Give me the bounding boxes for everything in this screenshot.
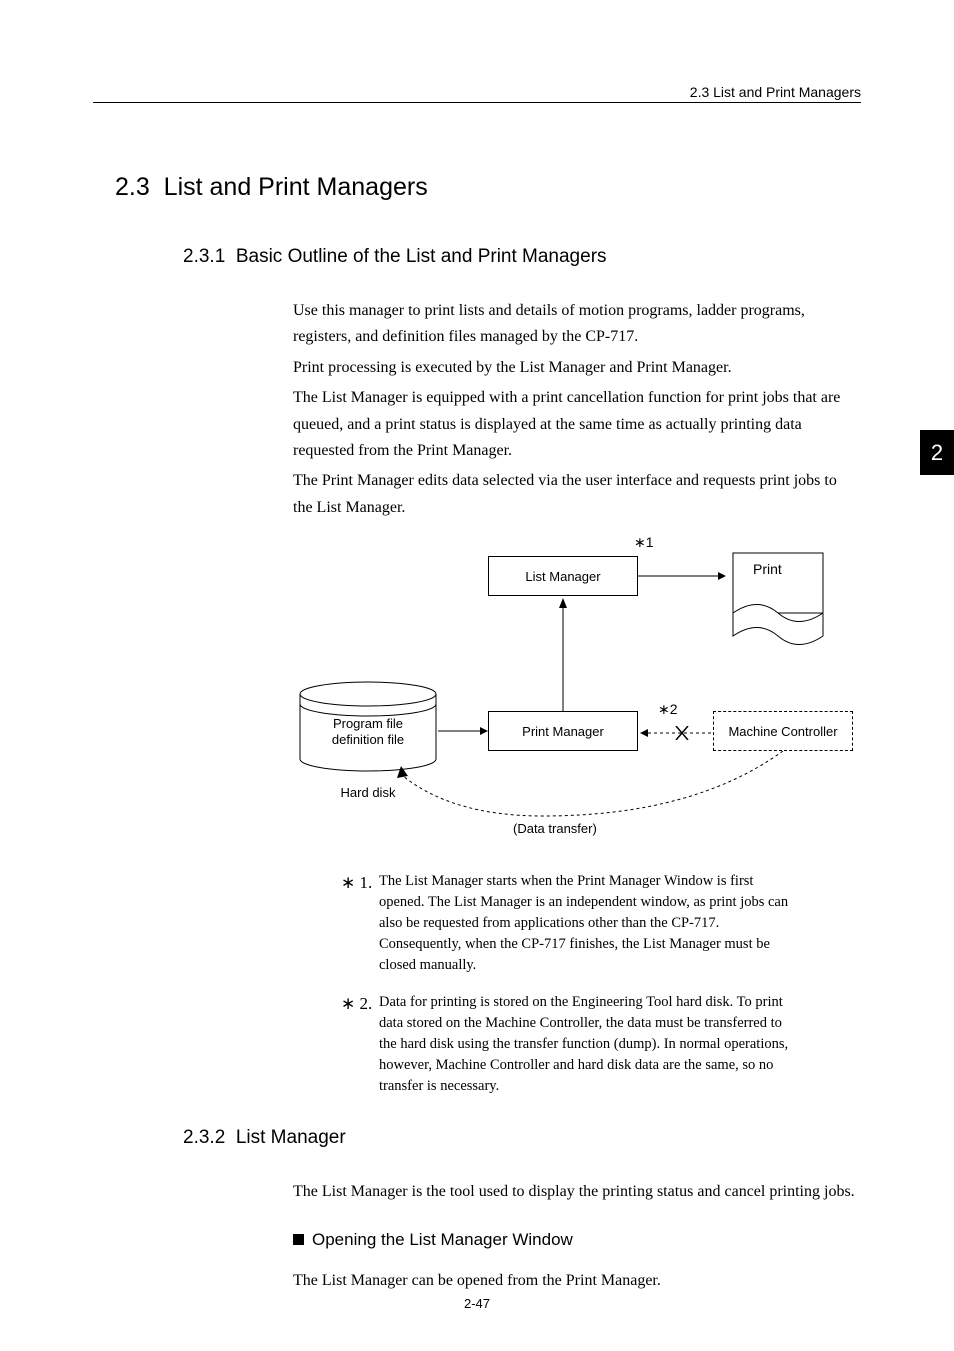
paragraph: The List Manager is equipped with a prin… — [93, 385, 861, 464]
notes-list: ∗ 1. The List Manager starts when the Pr… — [93, 871, 861, 1097]
arrow-icon — [638, 571, 728, 581]
subsection-number: 2.3.2 — [183, 1127, 225, 1148]
definition-file-label: definition file — [308, 732, 428, 748]
page-footer: 2-47 — [0, 1296, 954, 1311]
page-header: 2.3 List and Print Managers — [93, 84, 861, 103]
section-name: List and Print Managers — [164, 173, 428, 201]
data-transfer-arrow-icon — [393, 751, 793, 821]
note-item: ∗ 2. Data for printing is stored on the … — [341, 992, 801, 1097]
paragraph: The List Manager can be opened from the … — [93, 1268, 861, 1294]
page-number: 2-47 — [464, 1296, 490, 1311]
data-transfer-label: (Data transfer) — [513, 821, 597, 836]
subsection-title: 2.3.2 List Manager — [93, 1127, 861, 1149]
hard-disk-content: Program file definition file — [308, 716, 428, 747]
print-label: Print — [753, 561, 782, 577]
page: 2.3 List and Print Managers 2 2.3 List a… — [0, 0, 954, 1338]
note-text: The List Manager starts when the Print M… — [379, 871, 801, 976]
print-manager-box: Print Manager — [488, 711, 638, 751]
paragraph: The Print Manager edits data selected vi… — [93, 468, 861, 521]
machine-controller-box: Machine Controller — [713, 711, 853, 751]
subsection-name: List Manager — [236, 1127, 346, 1148]
note-ref-1: ∗1 — [634, 534, 654, 551]
note-text: Data for printing is stored on the Engin… — [379, 992, 801, 1097]
note-ref-2: ∗2 — [658, 701, 678, 718]
subsection-number: 2.3.1 — [183, 246, 225, 267]
machine-controller-label: Machine Controller — [728, 724, 837, 739]
paragraph: The List Manager is the tool used to dis… — [93, 1179, 861, 1205]
arrow-icon — [558, 596, 578, 711]
square-bullet-icon — [293, 1234, 304, 1245]
note-marker: ∗ 2. — [341, 992, 379, 1097]
chapter-tab: 2 — [920, 430, 954, 475]
section-number: 2.3 — [115, 173, 150, 201]
section-title: 2.3 List and Print Managers — [93, 173, 861, 202]
chapter-number: 2 — [931, 440, 943, 466]
note-item: ∗ 1. The List Manager starts when the Pr… — [341, 871, 801, 976]
breadcrumb: 2.3 List and Print Managers — [690, 84, 861, 100]
arrow-icon — [438, 726, 493, 736]
subsection-title: 2.3.1 Basic Outline of the List and Prin… — [93, 246, 861, 268]
paragraph: Print processing is executed by the List… — [93, 355, 861, 381]
sub-heading-text: Opening the List Manager Window — [312, 1230, 573, 1250]
list-manager-label: List Manager — [525, 569, 600, 584]
blocked-arrow-icon — [638, 726, 718, 740]
architecture-diagram: List Manager Print ∗1 Print Manager — [93, 541, 863, 851]
paragraph: Use this manager to print lists and deta… — [93, 298, 861, 351]
program-file-label: Program file — [308, 716, 428, 732]
sub-heading: Opening the List Manager Window — [93, 1230, 861, 1250]
note-marker: ∗ 1. — [341, 871, 379, 976]
list-manager-box: List Manager — [488, 556, 638, 596]
print-manager-label: Print Manager — [522, 724, 604, 739]
subsection-name: Basic Outline of the List and Print Mana… — [236, 246, 607, 267]
